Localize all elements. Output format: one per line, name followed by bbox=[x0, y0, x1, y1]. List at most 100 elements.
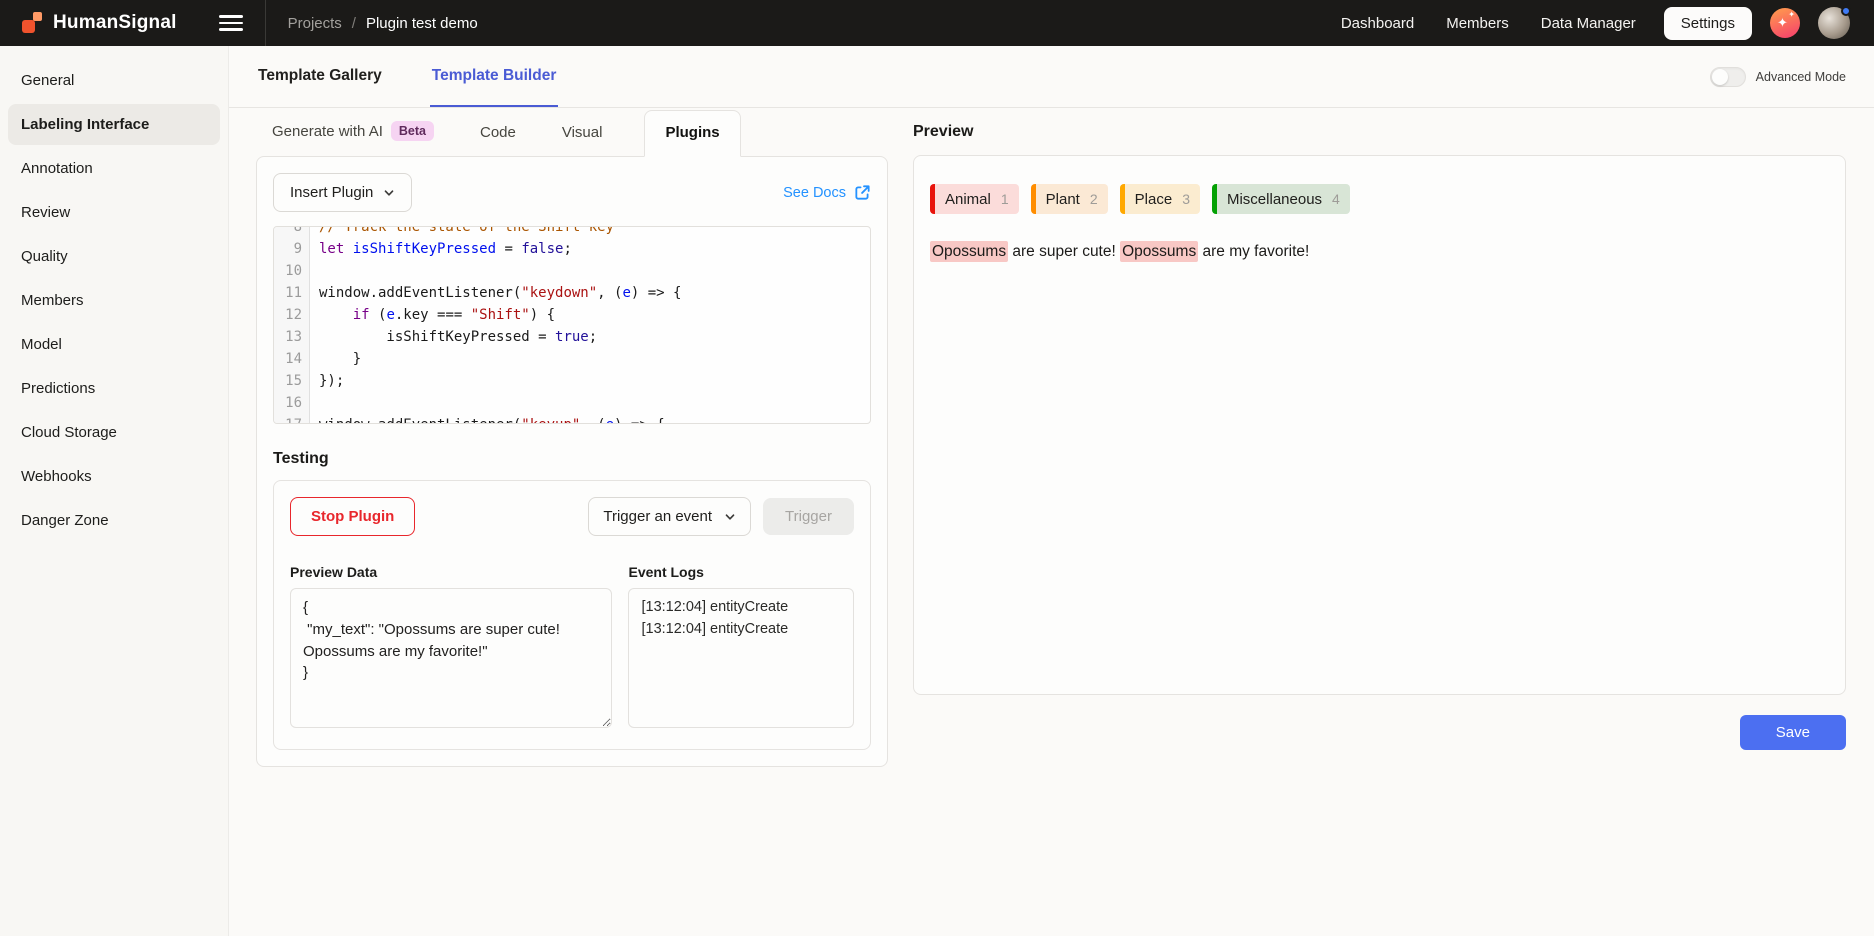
code-editor[interactable]: 8// Track the state of the Shift key9let… bbox=[273, 226, 871, 424]
breadcrumb: Projects / Plugin test demo bbox=[288, 15, 478, 32]
humansignal-logo: HumanSignal bbox=[22, 12, 177, 34]
sidebar-item-general[interactable]: General bbox=[8, 60, 220, 101]
tab-generate-with-ai-label: Generate with AI bbox=[272, 123, 383, 140]
tab-template-builder[interactable]: Template Builder bbox=[430, 46, 559, 107]
sidebar-item-review[interactable]: Review bbox=[8, 192, 220, 233]
trigger-button[interactable]: Trigger bbox=[763, 498, 854, 535]
tab-visual[interactable]: Visual bbox=[558, 111, 607, 156]
code-text: window.addEventListener("keyup", (e) => … bbox=[310, 414, 665, 424]
chevron-down-icon bbox=[383, 187, 395, 199]
preview-data-label: Preview Data bbox=[290, 564, 612, 580]
see-docs-link[interactable]: See Docs bbox=[783, 184, 871, 201]
insert-plugin-dropdown[interactable]: Insert Plugin bbox=[273, 173, 412, 212]
chip-color-bar bbox=[1031, 184, 1036, 214]
menu-icon[interactable] bbox=[219, 15, 243, 31]
builder-subtabs: Generate with AI Beta Code Visual Plugin… bbox=[256, 108, 888, 156]
settings-button[interactable]: Settings bbox=[1664, 7, 1752, 40]
save-button[interactable]: Save bbox=[1740, 715, 1846, 750]
chip-hotkey: 1 bbox=[1001, 191, 1009, 207]
label-chip-place[interactable]: Place3 bbox=[1120, 184, 1200, 214]
line-number: 13 bbox=[274, 326, 310, 348]
trigger-event-select[interactable]: Trigger an event bbox=[588, 497, 751, 536]
top-bar: HumanSignal Projects / Plugin test demo … bbox=[0, 0, 1874, 46]
code-text: let isShiftKeyPressed = false; bbox=[310, 238, 572, 260]
sparkle-icon: ✦ bbox=[1777, 16, 1788, 29]
log-entry: [13:12:04] entityCreate bbox=[641, 619, 841, 641]
sidebar-item-webhooks[interactable]: Webhooks bbox=[8, 456, 220, 497]
sidebar-item-predictions[interactable]: Predictions bbox=[8, 368, 220, 409]
label-chips: Animal 1 Plant 2 Place3 Miscellaneous 4 bbox=[930, 184, 1829, 214]
nav-dashboard[interactable]: Dashboard bbox=[1341, 15, 1414, 32]
testing-card: Stop Plugin Trigger an event Trigger bbox=[273, 480, 871, 750]
sidebar-item-members[interactable]: Members bbox=[8, 280, 220, 321]
chip-color-bar bbox=[1120, 184, 1125, 214]
labeled-region[interactable]: Opossums bbox=[930, 241, 1008, 262]
chip-label: Miscellaneous bbox=[1227, 191, 1322, 208]
user-avatar[interactable] bbox=[1818, 7, 1850, 39]
code-text bbox=[310, 392, 319, 414]
code-line: 12 if (e.key === "Shift") { bbox=[274, 304, 870, 326]
line-number: 17 bbox=[274, 414, 310, 424]
nav-data-manager[interactable]: Data Manager bbox=[1541, 15, 1636, 32]
topbar-divider bbox=[265, 0, 266, 46]
line-number: 12 bbox=[274, 304, 310, 326]
label-chip-animal[interactable]: Animal 1 bbox=[930, 184, 1019, 214]
chip-label: Animal bbox=[945, 191, 991, 208]
code-content: 8// Track the state of the Shift key9let… bbox=[274, 226, 870, 424]
chip-hotkey: 3 bbox=[1182, 191, 1190, 207]
sidebar-item-cloud-storage[interactable]: Cloud Storage bbox=[8, 412, 220, 453]
template-tabs: Template Gallery Template Builder bbox=[256, 46, 558, 107]
preview-column: Preview Animal 1 Plant 2 Place3 Miscellaneous… bbox=[913, 108, 1846, 750]
line-number: 16 bbox=[274, 392, 310, 414]
event-logs-label: Event Logs bbox=[628, 564, 854, 580]
code-line: 9let isShiftKeyPressed = false; bbox=[274, 238, 870, 260]
preview-text: Opossums are super cute! Opossums are my… bbox=[930, 240, 1829, 263]
label-chip-plant[interactable]: Plant 2 bbox=[1031, 184, 1108, 214]
logo-icon bbox=[22, 12, 44, 34]
content-row: Generate with AI Beta Code Visual Plugin… bbox=[229, 108, 1874, 767]
advanced-mode-toggle[interactable] bbox=[1710, 67, 1746, 87]
chip-color-bar bbox=[930, 184, 935, 214]
breadcrumb-current-project: Plugin test demo bbox=[366, 15, 478, 32]
code-line: 13 isShiftKeyPressed = true; bbox=[274, 326, 870, 348]
chip-label: Plant bbox=[1046, 191, 1080, 208]
stop-plugin-button[interactable]: Stop Plugin bbox=[290, 497, 415, 536]
log-entry: [13:12:04] entityCreate bbox=[641, 597, 841, 619]
chip-hotkey: 4 bbox=[1332, 191, 1340, 207]
code-text: window.addEventListener("keydown", (e) =… bbox=[310, 282, 681, 304]
sidebar-item-annotation[interactable]: Annotation bbox=[8, 148, 220, 189]
preview-data-input[interactable]: { "my_text": "Opossums are super cute! O… bbox=[290, 588, 612, 728]
external-link-icon bbox=[854, 184, 871, 201]
tab-template-gallery[interactable]: Template Gallery bbox=[256, 46, 384, 107]
chip-hotkey: 2 bbox=[1090, 191, 1098, 207]
plugin-editor-card: Insert Plugin See Docs bbox=[256, 156, 888, 767]
text-span: are super cute! bbox=[1008, 243, 1120, 260]
code-text: if (e.key === "Shift") { bbox=[310, 304, 555, 326]
sidebar-item-labeling-interface[interactable]: Labeling Interface bbox=[8, 104, 220, 145]
sidebar-item-quality[interactable]: Quality bbox=[8, 236, 220, 277]
tab-generate-with-ai[interactable]: Generate with AI Beta bbox=[268, 108, 438, 156]
tab-code[interactable]: Code bbox=[476, 111, 520, 156]
code-line: 10 bbox=[274, 260, 870, 282]
nav-members[interactable]: Members bbox=[1446, 15, 1509, 32]
tab-plugins[interactable]: Plugins bbox=[644, 110, 740, 157]
sidebar-item-model[interactable]: Model bbox=[8, 324, 220, 365]
label-chip-miscellaneous[interactable]: Miscellaneous 4 bbox=[1212, 184, 1350, 214]
sparkle-button[interactable]: ✦ ✦ bbox=[1770, 8, 1800, 38]
line-number: 10 bbox=[274, 260, 310, 282]
preview-heading: Preview bbox=[913, 123, 973, 141]
top-nav: Dashboard Members Data Manager bbox=[1341, 15, 1636, 32]
code-text: isShiftKeyPressed = true; bbox=[310, 326, 597, 348]
testing-heading: Testing bbox=[273, 450, 871, 468]
beta-badge: Beta bbox=[391, 121, 434, 141]
logo-text: HumanSignal bbox=[53, 12, 177, 34]
chip-color-bar bbox=[1212, 184, 1217, 214]
sidebar-item-danger-zone[interactable]: Danger Zone bbox=[8, 500, 220, 541]
labeled-region[interactable]: Opossums bbox=[1120, 241, 1198, 262]
breadcrumb-projects-link[interactable]: Projects bbox=[288, 15, 342, 32]
trigger-event-select-value: Trigger an event bbox=[603, 508, 712, 525]
code-line: 11window.addEventListener("keydown", (e)… bbox=[274, 282, 870, 304]
code-text bbox=[310, 260, 319, 282]
sparkle-icon-small: ✦ bbox=[1788, 11, 1795, 19]
advanced-mode-label: Advanced Mode bbox=[1756, 70, 1846, 84]
